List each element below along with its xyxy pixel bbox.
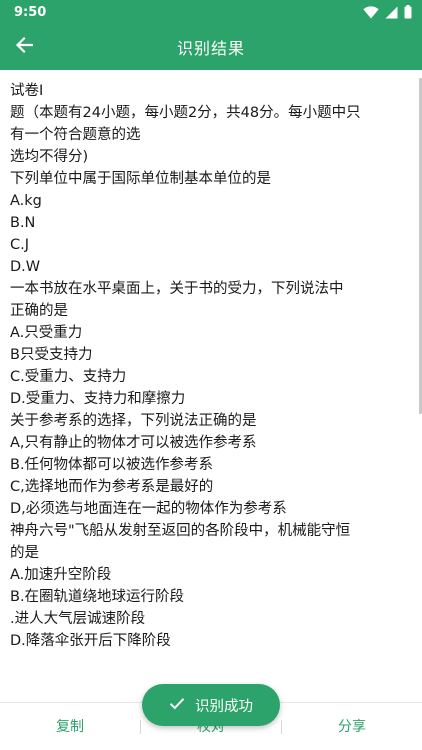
recognition-result-text[interactable]: 试卷I 题（本题有24小题，每小题2分，共48分。每小题中只 有一个符合题意的选…	[0, 70, 422, 702]
battery-icon	[404, 5, 412, 19]
result-line: B.N	[10, 215, 36, 231]
result-line: A,只有静止的物体才可以被选作参考系	[10, 435, 257, 451]
result-line: 选均不得分)	[10, 149, 89, 165]
result-line: 题（本题有24小题，每小题2分，共48分。每小题中只	[10, 105, 361, 121]
result-line: A.kg	[10, 193, 42, 209]
result-line: B.任何物体都可以被选作参考系	[10, 457, 214, 473]
result-line: C.受重力、支持力	[10, 369, 127, 385]
wifi-icon	[363, 5, 379, 19]
share-button[interactable]: 分享	[282, 703, 422, 750]
result-line: 一本书放在水平桌面上，关于书的受力，下列说法中	[10, 281, 344, 297]
result-line: D,必须选与地面连在一起的物体作为参考系	[10, 501, 287, 517]
result-line: 有一个符合题意的选	[10, 127, 141, 143]
app-bar: 识别结果	[0, 24, 422, 70]
result-line: 的是	[10, 545, 39, 561]
arrow-left-icon	[15, 36, 34, 58]
result-line: 正确的是	[10, 303, 68, 319]
result-line: D.W	[10, 259, 41, 275]
signal-icon	[385, 6, 398, 19]
status-time: 9:50	[14, 4, 47, 20]
result-line: .进人大气层诚速阶段	[10, 611, 146, 627]
success-toast: 识别成功	[142, 684, 280, 726]
result-line: A.加速升空阶段	[10, 567, 112, 583]
result-line: 关于参考系的选择，下列说法正确的是	[10, 413, 257, 429]
check-icon	[169, 697, 185, 714]
result-line: D.受重力、支持力和摩擦力	[10, 391, 186, 407]
result-line: 神舟六号"飞船从发射至返回的各阶段中，机械能守恒	[10, 523, 351, 539]
copy-button[interactable]: 复制	[0, 703, 140, 750]
result-line: B.在圈轨道绕地球运行阶段	[10, 589, 185, 605]
status-bar: 9:50	[0, 0, 422, 24]
page-title: 识别结果	[176, 39, 245, 58]
toast-message: 识别成功	[195, 698, 253, 715]
result-line: B只受支持力	[10, 347, 93, 363]
status-icons	[363, 5, 412, 19]
result-line: 试卷I	[10, 83, 44, 99]
result-line: A.只受重力	[10, 325, 83, 341]
result-line: 下列单位中属于国际单位制基本单位的是	[10, 171, 271, 187]
result-line: C,选择地而作为参考系是最好的	[10, 479, 214, 495]
result-line: D.降落伞张开后下降阶段	[10, 633, 171, 649]
back-button[interactable]	[8, 31, 40, 63]
result-line: C.J	[10, 237, 30, 253]
